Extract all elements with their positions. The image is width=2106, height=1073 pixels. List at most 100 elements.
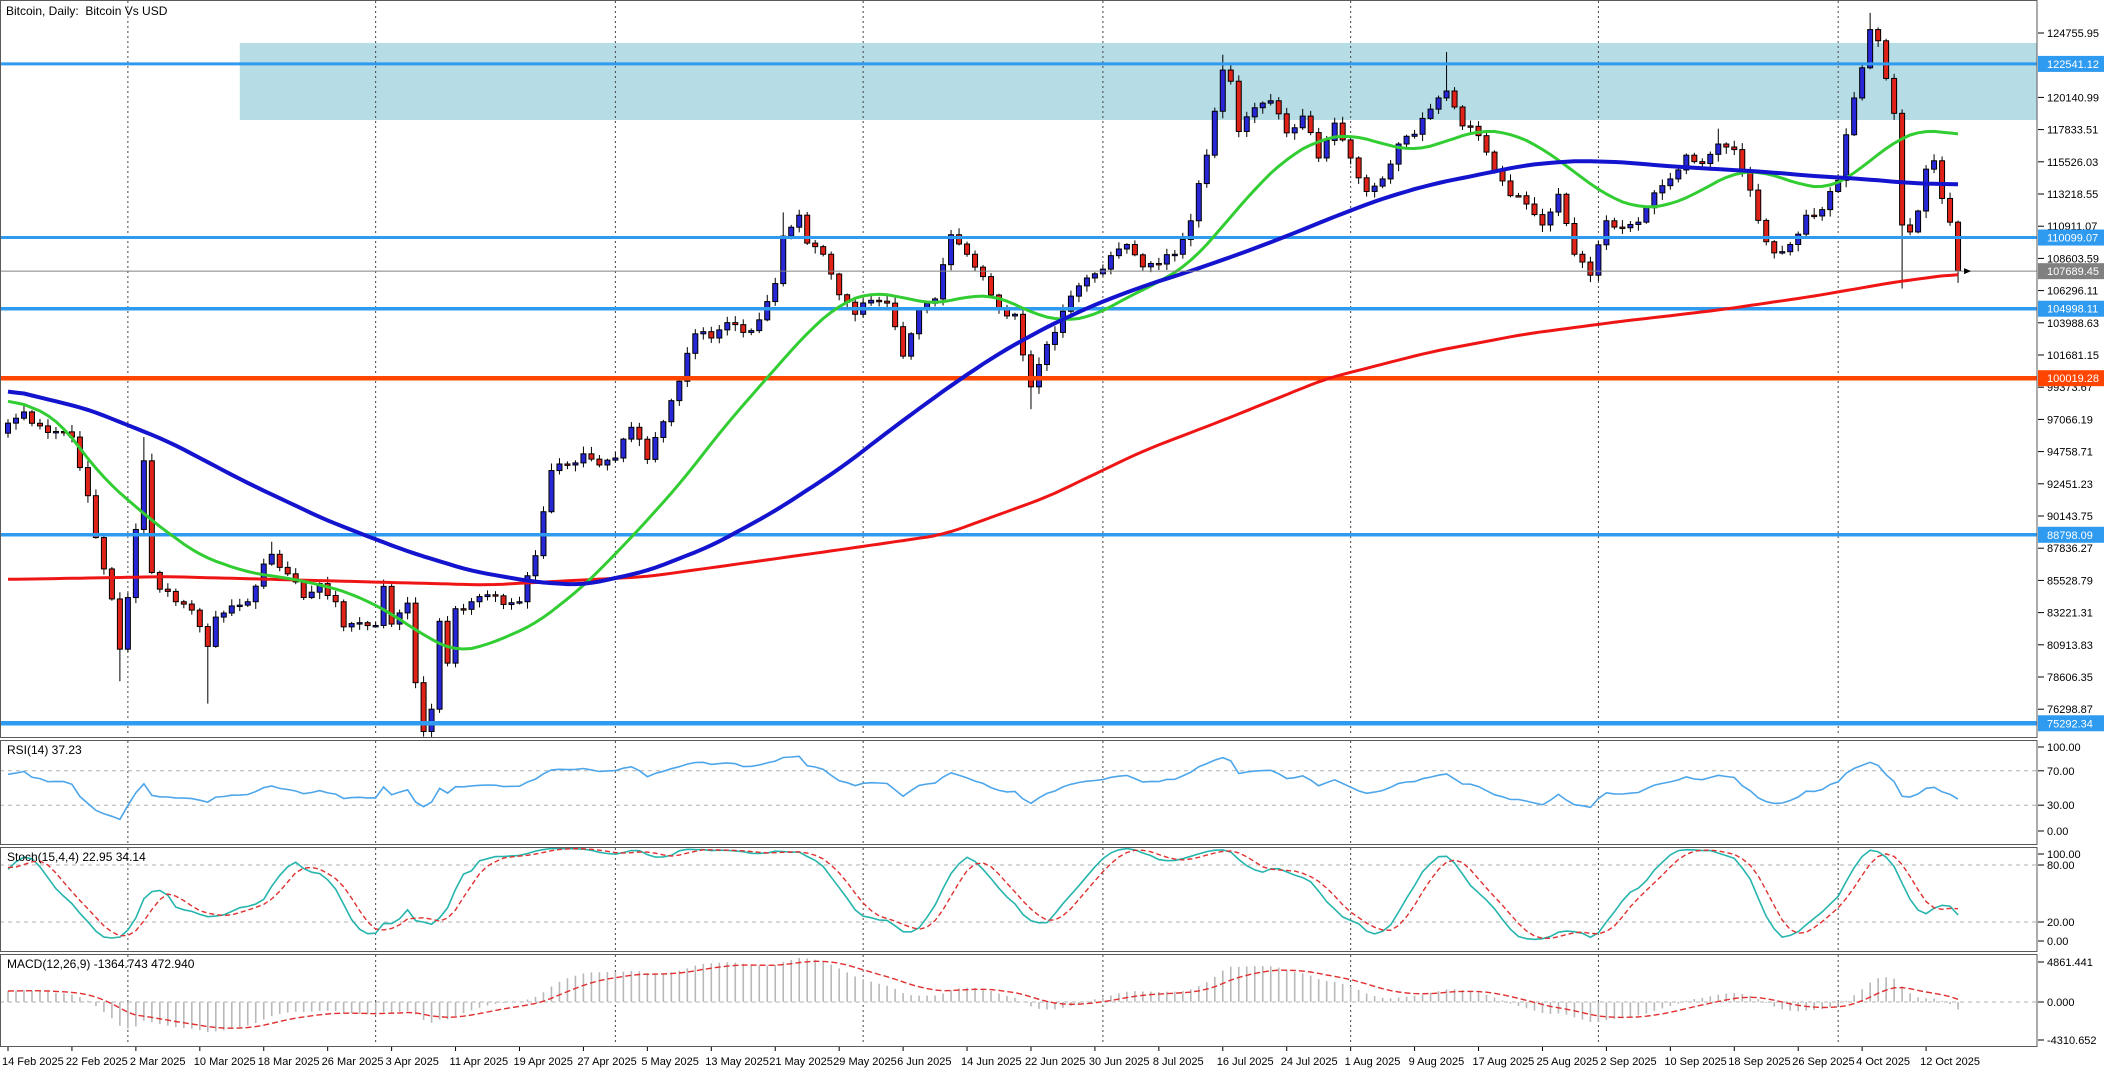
bull-candle-body <box>941 265 946 299</box>
price-badge-label: 75292.34 <box>2047 718 2093 730</box>
bull-candle-body <box>773 284 778 302</box>
candles <box>6 13 1961 737</box>
macd-indicator-label: MACD(12,26,9) -1364.743 472.940 <box>7 957 194 971</box>
bull-candle-body <box>1716 144 1721 154</box>
bull-candle-body <box>1852 98 1857 135</box>
indicator-tick-label: 70.00 <box>2047 766 2075 778</box>
bear-candle-body <box>1028 355 1033 387</box>
bear-candle-body <box>877 300 882 301</box>
bull-candle-body <box>1668 179 1673 186</box>
bull-candle-body <box>1604 221 1609 245</box>
bear-candle-body <box>965 244 970 254</box>
indicator-tick-label: 20.00 <box>2047 917 2075 929</box>
bear-candle-body <box>885 301 890 303</box>
date-tick-label: 1 Aug 2025 <box>1345 1056 1401 1068</box>
date-tick-label: 14 Jun 2025 <box>961 1056 1022 1068</box>
bull-candle-body <box>1084 278 1089 286</box>
bull-candle-body <box>1788 244 1793 251</box>
bull-candle-body <box>485 595 490 597</box>
bear-candle-body <box>1364 178 1369 192</box>
bear-candle-body <box>1140 255 1145 267</box>
bull-candle-body <box>669 401 674 422</box>
bear-candle-body <box>45 426 50 433</box>
bear-candle-body <box>493 595 498 596</box>
price-tick-label: 120140.99 <box>2047 92 2099 104</box>
bear-candle-body <box>565 464 570 465</box>
bull-candle-body <box>213 617 218 646</box>
bull-candle-body <box>309 592 314 597</box>
bull-candle-body <box>693 334 698 354</box>
bear-candle-body <box>1228 70 1233 81</box>
bear-candle-body <box>1540 215 1545 225</box>
bull-candle-body <box>1108 256 1113 269</box>
price-tick-label: 87836.27 <box>2047 543 2093 555</box>
bear-candle-body <box>981 267 986 276</box>
bull-candle-body <box>1372 186 1377 191</box>
date-tick-label: 27 Apr 2025 <box>577 1056 636 1068</box>
bull-candle-body <box>613 458 618 460</box>
bull-candle-body <box>1780 252 1785 253</box>
bear-candle-body <box>1876 30 1881 41</box>
bull-candle-body <box>1412 134 1417 136</box>
bull-candle-body <box>13 418 18 423</box>
bull-candle-body <box>1092 274 1097 278</box>
bull-candle-body <box>797 215 802 227</box>
bull-candle-body <box>1124 244 1129 249</box>
bear-candle-body <box>1756 190 1761 220</box>
bear-candle-body <box>1732 147 1737 150</box>
bull-candle-body <box>1252 108 1257 117</box>
bull-candle-body <box>573 463 578 465</box>
bull-candle-body <box>1044 344 1049 364</box>
bear-candle-body <box>837 274 842 295</box>
bear-candle-body <box>1724 144 1729 147</box>
bull-candle-body <box>605 460 610 465</box>
price-tick-label: 101681.15 <box>2047 350 2099 362</box>
bear-candle-body <box>1132 244 1137 254</box>
stoch-k-curve <box>8 849 1958 940</box>
bear-candle-body <box>1812 215 1817 216</box>
bull-candle-body <box>1556 194 1561 212</box>
indicator-tick-label: 0.000 <box>2047 997 2075 1009</box>
bull-candle-body <box>1444 91 1449 98</box>
bull-candle-body <box>917 310 922 334</box>
bull-candle-body <box>125 598 130 650</box>
bull-candle-body <box>1196 184 1201 221</box>
bear-candle-body <box>1516 196 1521 197</box>
bull-candle-body <box>1676 170 1681 179</box>
date-tick-label: 29 May 2025 <box>833 1056 897 1068</box>
indicator-tick-label: 4861.441 <box>2047 957 2093 969</box>
price-tick-label: 78606.35 <box>2047 672 2093 684</box>
price-tick-label: 117833.51 <box>2047 125 2098 137</box>
date-tick-label: 3 Apr 2025 <box>386 1056 439 1068</box>
indicator-tick-label: 0.00 <box>2047 826 2068 838</box>
bull-candle-body <box>1172 254 1177 255</box>
bull-candle-body <box>1292 128 1297 133</box>
bull-candle-body <box>909 334 914 356</box>
bull-candle-body <box>1844 135 1849 181</box>
bull-candle-body <box>1428 109 1433 118</box>
bull-candle-body <box>1244 117 1249 132</box>
indicator-tick-label: 0.00 <box>2047 936 2068 948</box>
bull-candle-body <box>469 602 474 610</box>
bull-candle-body <box>517 602 522 603</box>
bear-candle-body <box>1316 133 1321 158</box>
price-badge-label: 100019.28 <box>2047 373 2099 385</box>
bull-candle-body <box>717 330 722 338</box>
bear-candle-body <box>1692 155 1697 161</box>
bear-candle-body <box>733 323 738 325</box>
date-tick-label: 11 Apr 2025 <box>450 1056 509 1068</box>
bear-candle-body <box>445 621 450 663</box>
bear-candle-body <box>1236 81 1241 131</box>
bear-candle-body <box>1460 107 1465 126</box>
bear-candle-body <box>741 325 746 333</box>
bull-candle-body <box>1268 101 1273 103</box>
bear-candle-body <box>301 582 306 598</box>
bear-candle-body <box>1620 227 1625 228</box>
bull-candle-body <box>1828 192 1833 210</box>
price-tick-label: 94758.71 <box>2047 447 2093 459</box>
bull-candle-body <box>1636 222 1641 224</box>
chart-canvas[interactable]: 124755.95120140.99117833.51115526.031132… <box>0 0 2106 1073</box>
bull-candle-body <box>629 427 634 439</box>
bear-candle-body <box>341 602 346 627</box>
bear-candle-body <box>157 572 162 589</box>
